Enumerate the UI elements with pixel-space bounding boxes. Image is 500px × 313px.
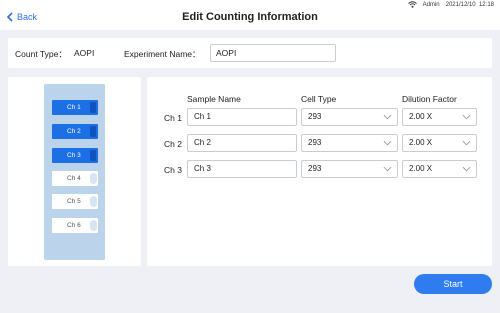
chevron-down-icon <box>383 114 392 120</box>
chevron-down-icon <box>462 166 471 172</box>
dilution-factor-value: 2.00 X <box>409 112 433 121</box>
dilution-factor-select[interactable]: 2.00 X <box>402 134 477 152</box>
dilution-factor-value: 2.00 X <box>409 138 433 147</box>
cell-type-select[interactable]: 293 <box>301 134 398 152</box>
channel-chip-label: Ch 1 <box>67 104 81 111</box>
column-header-sample-name: Sample Name <box>187 94 241 104</box>
channel-tray: Ch 1 Ch 2 Ch 3 Ch 4 Ch 5 Ch 6 <box>44 84 105 260</box>
channel-chip-label: Ch 3 <box>67 152 81 159</box>
cell-type-value: 293 <box>308 138 322 147</box>
row-label-ch1: Ch 1 <box>164 113 182 123</box>
chevron-down-icon <box>462 114 471 120</box>
column-header-dilution-factor: Dilution Factor <box>402 94 457 104</box>
status-bar: Admin 2021/12/10 12:18 <box>407 1 494 8</box>
dilution-factor-value: 2.00 X <box>409 164 433 173</box>
cell-type-select[interactable]: 293 <box>301 108 398 126</box>
chevron-down-icon <box>383 166 392 172</box>
start-button[interactable]: Start <box>414 274 492 294</box>
channel-chip-2[interactable]: Ch 2 <box>52 124 98 139</box>
count-type-label: Count Type： <box>15 49 67 59</box>
sample-name-input[interactable]: Ch 2 <box>187 134 297 152</box>
cell-type-value: 293 <box>308 112 322 121</box>
channel-panel: Ch 1 Ch 2 Ch 3 Ch 4 Ch 5 Ch 6 <box>8 77 141 266</box>
cell-type-select[interactable]: 293 <box>301 160 398 178</box>
channel-chip-5[interactable]: Ch 5 <box>52 194 98 209</box>
sample-name-input[interactable]: Ch 3 <box>187 160 297 178</box>
channel-chip-3[interactable]: Ch 3 <box>52 148 98 163</box>
row-label-ch2: Ch 2 <box>164 139 182 149</box>
column-header-cell-type: Cell Type <box>301 94 337 104</box>
sample-name-input[interactable]: Ch 1 <box>187 108 297 126</box>
channel-chip-label: Ch 2 <box>67 128 81 135</box>
dilution-factor-select[interactable]: 2.00 X <box>402 160 477 178</box>
channel-chip-label: Ch 5 <box>67 198 81 205</box>
page-title: Edit Counting Information <box>182 11 318 23</box>
chevron-down-icon <box>383 140 392 146</box>
channel-chip-6[interactable]: Ch 6 <box>52 218 98 233</box>
count-type-value: AOPI <box>74 48 95 58</box>
cell-type-value: 293 <box>308 164 322 173</box>
channel-chip-label: Ch 4 <box>67 175 81 182</box>
user-name: Admin <box>422 1 440 8</box>
experiment-info-bar: Count Type： AOPI Experiment Name： AOPI <box>8 38 492 68</box>
channel-chip-4[interactable]: Ch 4 <box>52 171 98 186</box>
date-time: 2021/12/10 12:18 <box>445 1 494 8</box>
row-label-ch3: Ch 3 <box>164 165 182 175</box>
channel-chip-label: Ch 6 <box>67 222 81 229</box>
channel-chip-1[interactable]: Ch 1 <box>52 100 98 115</box>
chevron-down-icon <box>462 140 471 146</box>
experiment-name-input[interactable]: AOPI <box>210 44 336 62</box>
wifi-icon <box>407 1 417 8</box>
dilution-factor-select[interactable]: 2.00 X <box>402 108 477 126</box>
top-bar: Admin 2021/12/10 12:18 Back Edit Countin… <box>0 0 500 30</box>
experiment-name-label: Experiment Name： <box>124 49 201 59</box>
